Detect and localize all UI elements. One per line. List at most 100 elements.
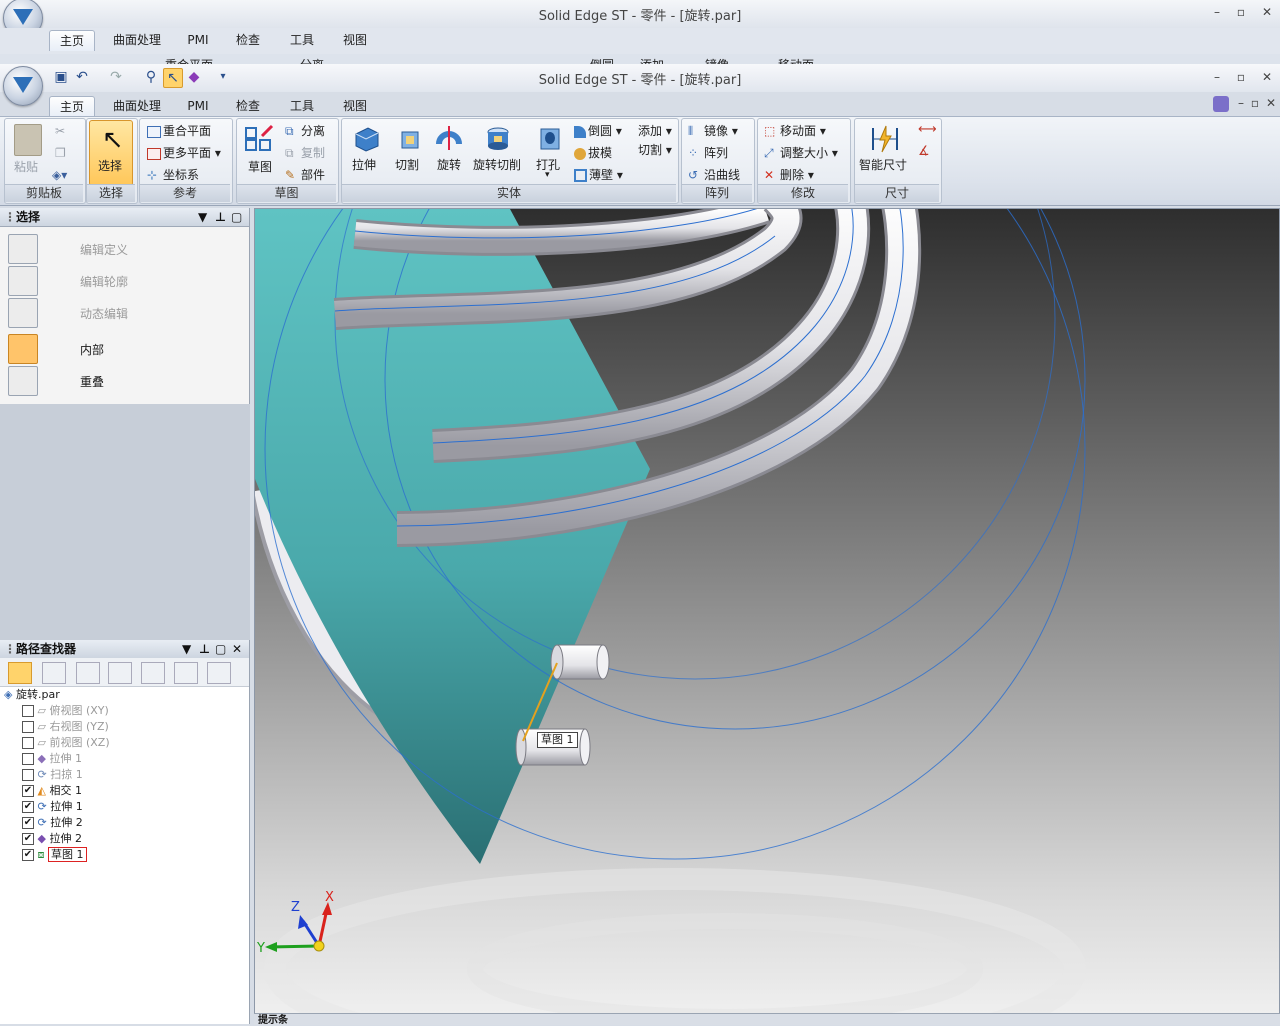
thin-wall-button[interactable]: 薄壁 ▾	[574, 166, 623, 183]
revolve-icon[interactable]	[435, 124, 463, 152]
layers-icon[interactable]	[108, 662, 132, 684]
detach-button[interactable]: ⧉ 分离	[285, 122, 325, 140]
more-planes-button[interactable]: 更多平面 ▾	[147, 144, 221, 161]
angle-dimension-icon[interactable]: ∡	[918, 144, 930, 159]
tree-checkbox[interactable]: ✔	[22, 833, 34, 845]
tree-root[interactable]: ◈ 旋转.par	[4, 687, 60, 703]
cut-button[interactable]: 切割	[395, 156, 419, 173]
restore-button[interactable]: ▫	[1232, 69, 1250, 87]
query-select-icon[interactable]: ⚲	[142, 68, 160, 86]
revolve-button[interactable]: 旋转	[437, 156, 461, 173]
model-view[interactable]	[255, 209, 1279, 1013]
doc-close-button[interactable]: ✕	[1262, 95, 1280, 113]
round-button[interactable]: 倒圆 ▾	[574, 122, 622, 139]
tree-item[interactable]: ⟳ 扫掠 1	[22, 767, 110, 783]
add-button[interactable]: 添加 ▾	[638, 122, 672, 139]
copy-sketch-button[interactable]: ⧉ 复制	[285, 144, 325, 162]
hole-dropdown-icon[interactable]: ▾	[545, 170, 550, 180]
part-icon[interactable]: ◆	[185, 68, 203, 86]
tree-item[interactable]: ✔ ⟳ 拉伸 1	[22, 799, 110, 815]
tree-checkbox[interactable]	[22, 769, 34, 781]
panel-maximize-icon[interactable]: ▢	[231, 208, 242, 226]
panel-pin-icon[interactable]: ⊥	[215, 208, 226, 226]
hole-icon[interactable]	[538, 126, 562, 152]
dynamic-edit-icon[interactable]	[8, 298, 38, 328]
resize-button[interactable]: ⤢ 调整大小 ▾	[764, 144, 838, 162]
smart-dimension-button[interactable]: 智能尺寸	[859, 156, 907, 173]
settings-icon[interactable]	[207, 662, 231, 684]
along-curve-button[interactable]: ↺ 沿曲线	[688, 166, 740, 184]
tree-checkbox[interactable]: ✔	[22, 849, 34, 861]
ghost-tab-view[interactable]: 视图	[335, 30, 375, 50]
pathfinder-maximize-icon[interactable]: ▢	[215, 640, 226, 658]
ghost-tab-home[interactable]: 主页	[49, 30, 95, 51]
copy-icon[interactable]: ❐	[55, 146, 66, 160]
overlap-icon[interactable]	[8, 366, 38, 396]
sketch-icon[interactable]	[244, 124, 274, 154]
graphics-viewport[interactable]: 草图 1 X Z Y	[254, 208, 1280, 1014]
family-icon[interactable]	[174, 662, 198, 684]
tab-home[interactable]: 主页	[49, 96, 95, 117]
panel-menu-icon[interactable]: ▼	[198, 208, 207, 226]
tree-checkbox[interactable]	[22, 737, 34, 749]
ghost-minimize-button[interactable]: –	[1208, 4, 1226, 22]
ghost-close-button[interactable]: ✕	[1258, 4, 1276, 22]
application-button[interactable]	[3, 66, 43, 106]
ghost-tab-inspect[interactable]: 检查	[228, 30, 268, 50]
tree-item[interactable]: ✔ ⟳ 拉伸 2	[22, 815, 110, 831]
tree-item[interactable]: ✔ ◭ 相交 1	[22, 783, 110, 799]
minimize-button[interactable]: –	[1208, 69, 1226, 87]
undo-icon[interactable]: ↶	[73, 68, 91, 86]
tree-item-selected[interactable]: ✔ ⧈ 草图 1	[22, 847, 110, 863]
sketch-button[interactable]: 草图	[248, 158, 272, 175]
inside-icon[interactable]	[8, 334, 38, 364]
redo-icon[interactable]: ↷	[107, 68, 125, 86]
coordinate-system-button[interactable]: ⊹ 坐标系	[147, 166, 199, 184]
occurrences-icon[interactable]	[42, 662, 66, 684]
tab-view[interactable]: 视图	[335, 96, 375, 116]
revolve-cut-icon[interactable]	[484, 124, 512, 152]
save-icon[interactable]: ▣	[52, 68, 70, 86]
cut-icon[interactable]: ✂	[55, 124, 65, 138]
pathfinder-close-icon[interactable]: ✕	[232, 640, 242, 658]
tree-checkbox[interactable]	[22, 721, 34, 733]
tree-checkbox[interactable]: ✔	[22, 801, 34, 813]
short-cylinder[interactable]	[550, 644, 610, 680]
help-icon[interactable]	[1213, 96, 1229, 112]
tab-surfacing[interactable]: 曲面处理	[104, 96, 170, 116]
delete-button[interactable]: ✕ 删除 ▾	[764, 166, 814, 184]
select-button[interactable]: ↖ 选择	[89, 120, 133, 186]
close-button[interactable]: ✕	[1258, 69, 1276, 87]
customize-qat-icon[interactable]: ▾	[214, 68, 232, 86]
mirror-button[interactable]: ⫴ 镜像 ▾	[688, 122, 738, 140]
features-view-icon[interactable]	[8, 662, 32, 684]
pathfinder-menu-icon[interactable]: ▼	[182, 640, 191, 658]
tree-item[interactable]: ▱ 俯视图 (XY)	[22, 703, 110, 719]
select-tool-icon[interactable]: ↖	[163, 68, 183, 88]
pathfinder-pin-icon[interactable]: ⊥	[199, 640, 210, 658]
tree-item[interactable]: ▱ 右视图 (YZ)	[22, 719, 110, 735]
tree-checkbox[interactable]: ✔	[22, 785, 34, 797]
extrude-icon[interactable]	[352, 124, 380, 152]
tree-item[interactable]: ◆ 拉伸 1	[22, 751, 110, 767]
paste-icon[interactable]	[14, 124, 42, 156]
tree-checkbox[interactable]	[22, 753, 34, 765]
ghost-tab-tools[interactable]: 工具	[282, 30, 322, 50]
revolve-cut-button[interactable]: 旋转切削	[473, 156, 521, 173]
tree-item[interactable]: ✔ ◆ 拉伸 2	[22, 831, 110, 847]
paste-button[interactable]: 粘贴	[14, 158, 38, 175]
dimension-between-icon[interactable]: ⟷	[918, 122, 937, 137]
tree-item[interactable]: ▱ 前视图 (XZ)	[22, 735, 110, 751]
pattern-button[interactable]: ⁘ 阵列	[688, 144, 728, 162]
smart-dimension-icon[interactable]	[870, 124, 900, 154]
coincident-plane-button[interactable]: 重合平面	[147, 122, 211, 139]
ghost-tab-surfacing[interactable]: 曲面处理	[104, 30, 170, 50]
draft-button[interactable]: 拔模	[574, 144, 612, 161]
tree-checkbox[interactable]: ✔	[22, 817, 34, 829]
edit-profile-icon[interactable]	[8, 266, 38, 296]
appearance-icon[interactable]	[141, 662, 165, 684]
component-button[interactable]: ✎ 部件	[285, 166, 325, 184]
extrude-button[interactable]: 拉伸	[352, 156, 376, 173]
relationships-icon[interactable]	[76, 662, 100, 684]
tab-pmi[interactable]: PMI	[180, 96, 216, 116]
